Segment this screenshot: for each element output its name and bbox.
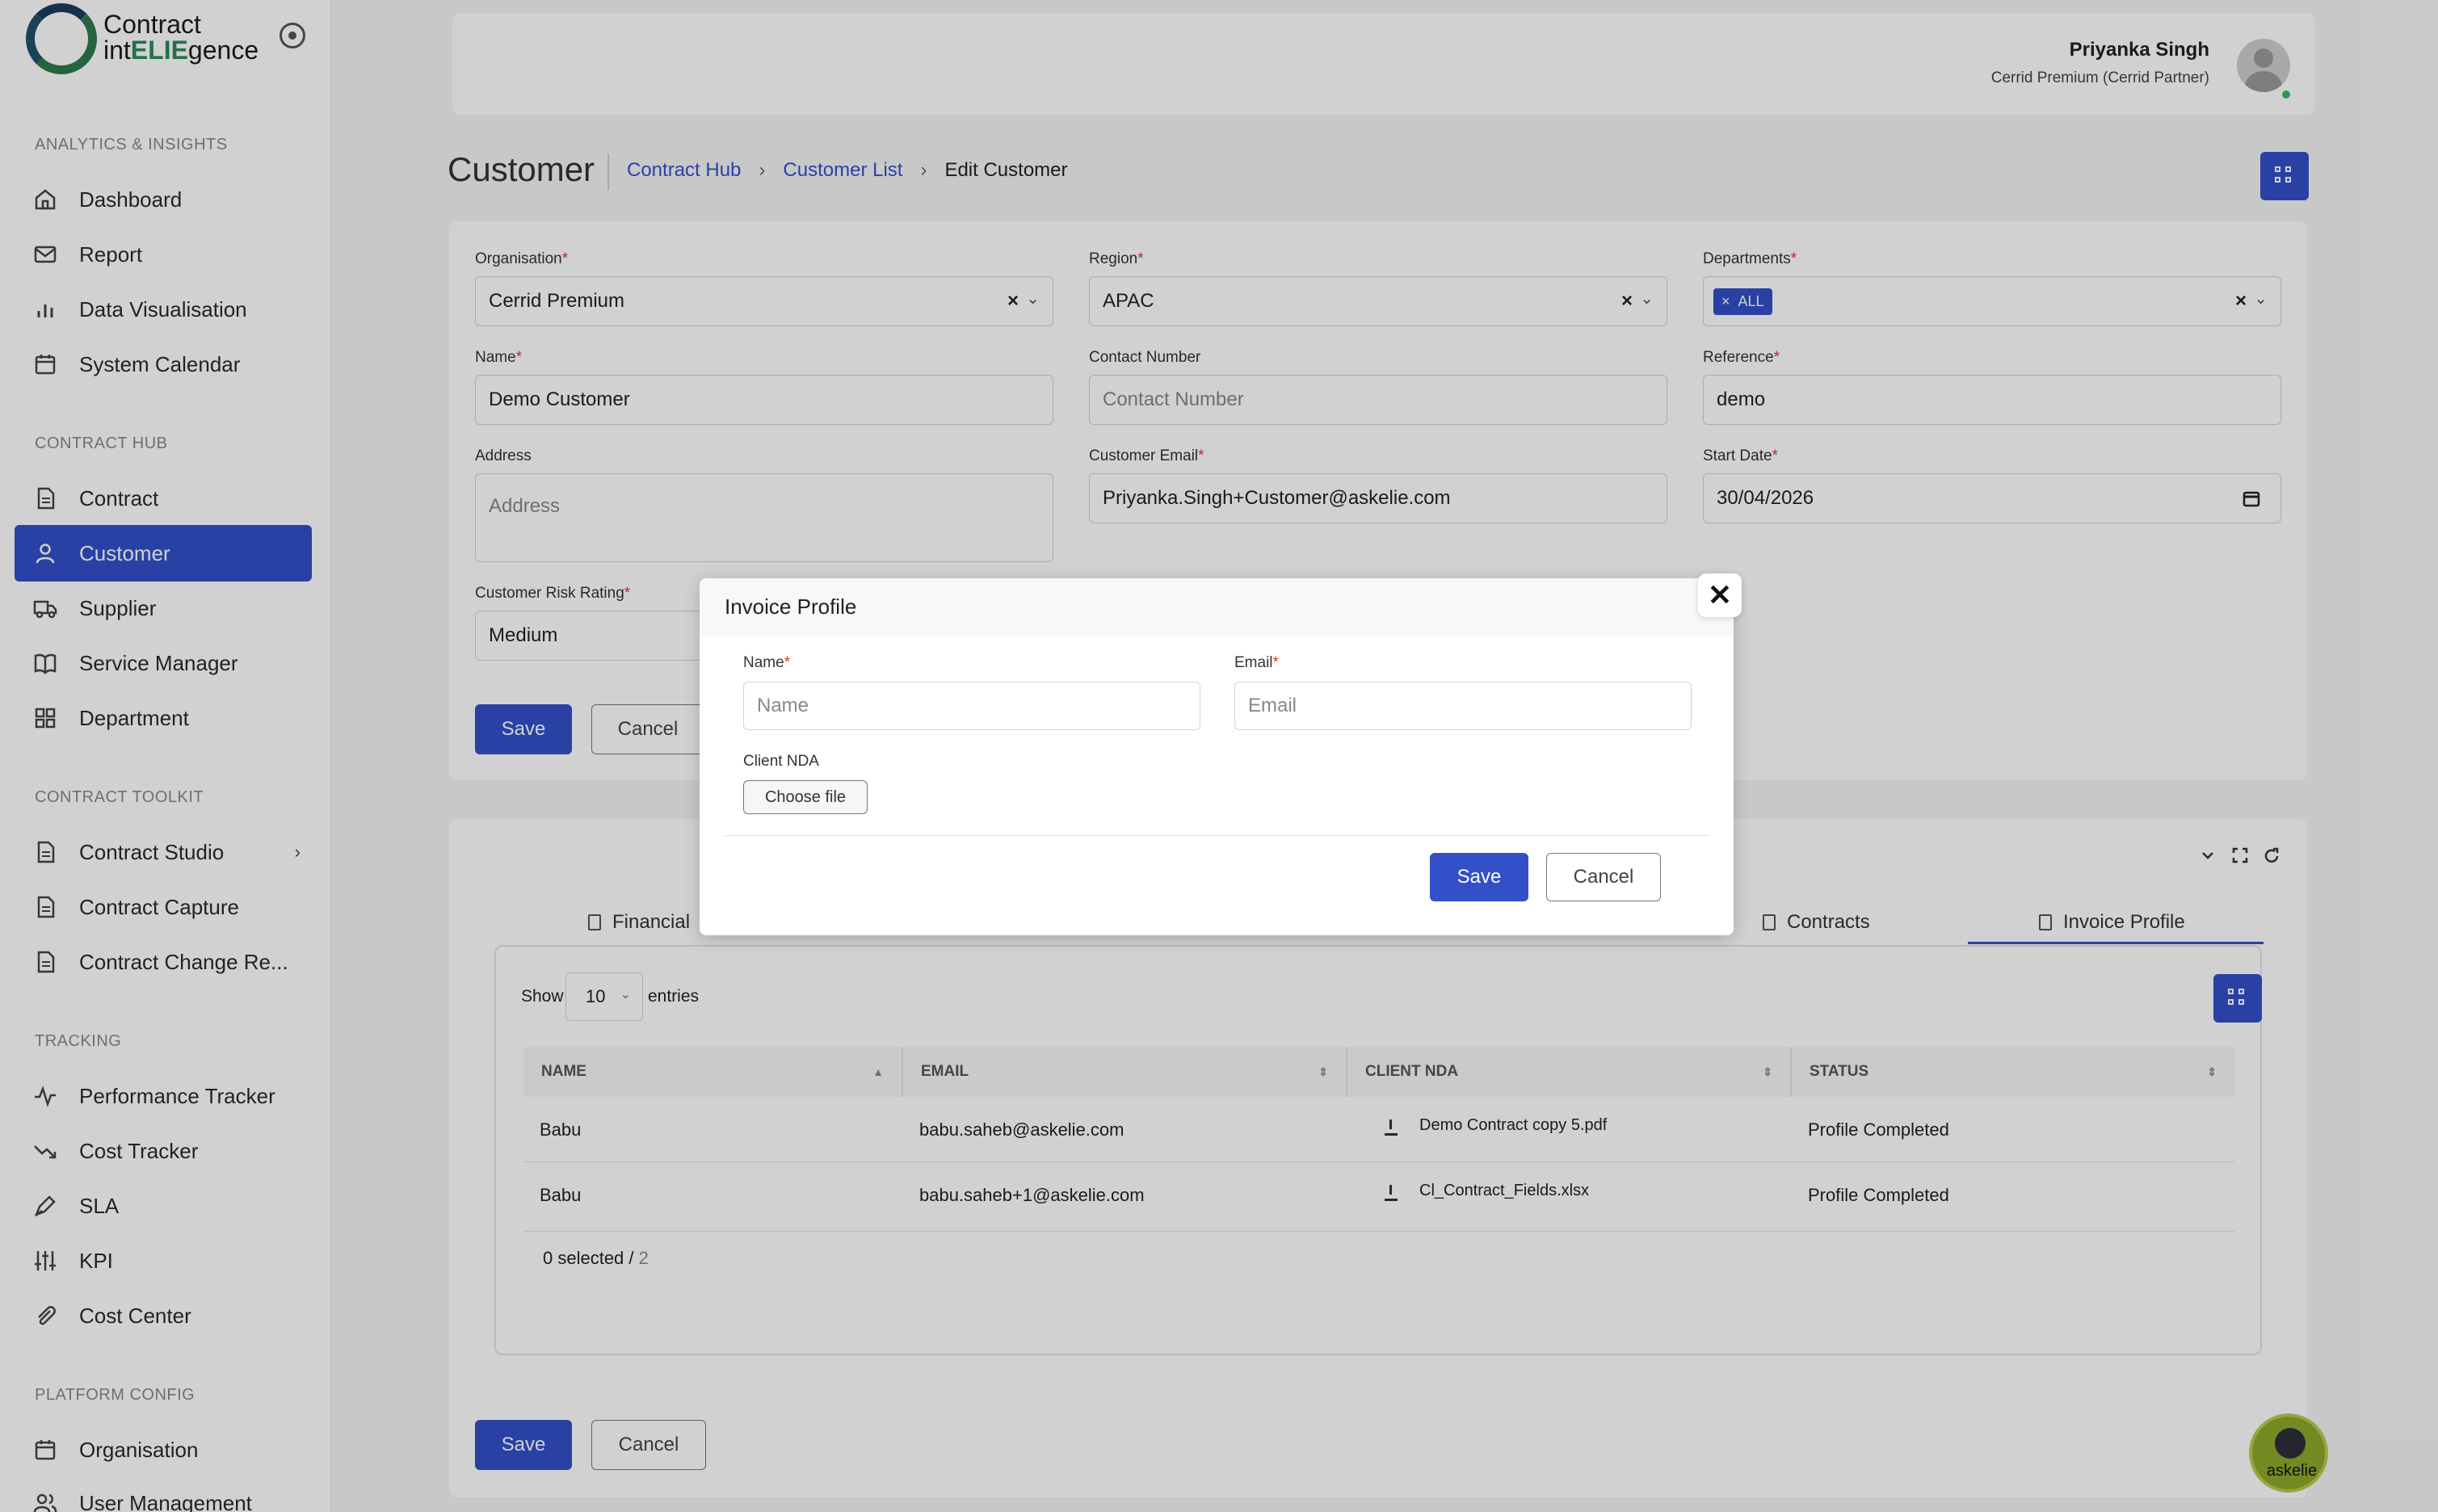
modal-email-field[interactable]: Email: [1234, 682, 1692, 730]
modal-footer-divider: [724, 835, 1709, 836]
modal-title: Invoice Profile: [725, 594, 857, 619]
modal-name-label: Name*: [743, 654, 791, 671]
modal-save-button[interactable]: Save: [1430, 853, 1528, 901]
client-nda-label: Client NDA: [743, 753, 819, 770]
invoice-profile-modal: Invoice Profile ✕ Name* Name Email* Emai…: [700, 573, 1742, 935]
close-icon[interactable]: ✕: [1698, 573, 1742, 617]
modal-email-label: Email*: [1234, 654, 1279, 671]
choose-file-button[interactable]: Choose file: [743, 780, 868, 814]
modal-name-field[interactable]: Name: [743, 682, 1200, 730]
modal-cancel-button[interactable]: Cancel: [1546, 853, 1661, 901]
